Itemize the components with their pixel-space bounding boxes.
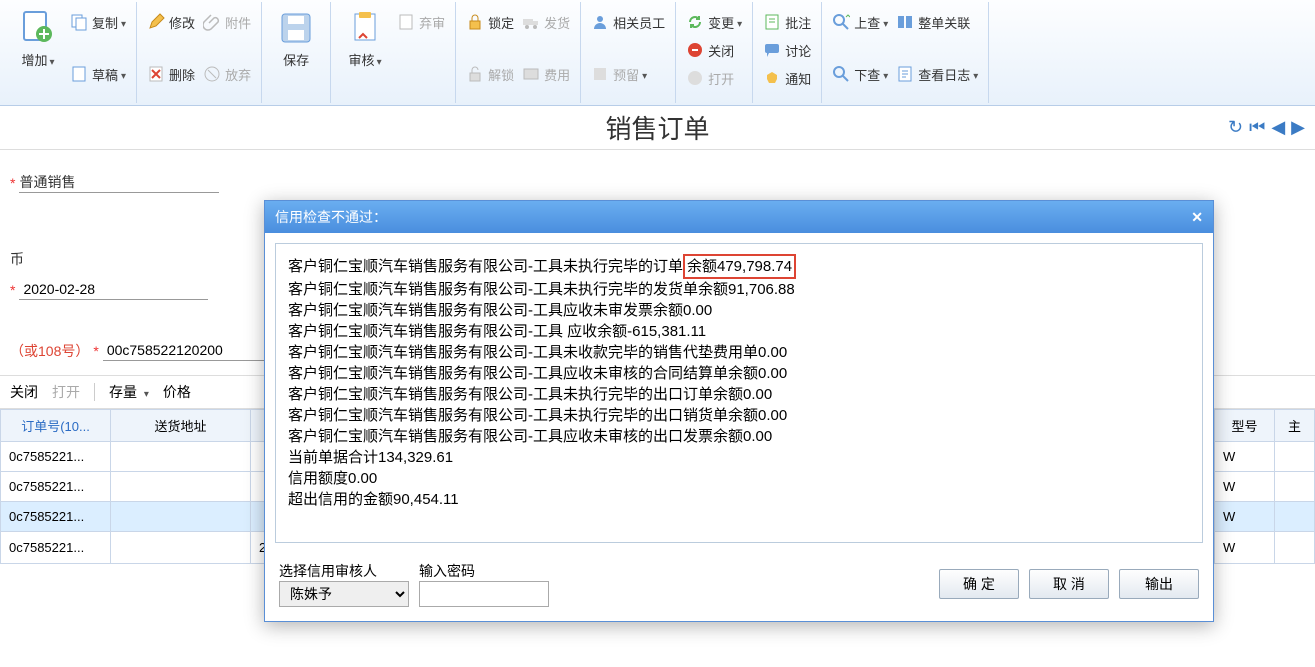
dialog-line: 客户铜仁宝顺汽车销售服务有限公司-工具 应收余额-615,381.11 <box>288 321 1190 342</box>
dialog-line: 客户铜仁宝顺汽车销售服务有限公司-工具应收未审核的出口发票余额0.00 <box>288 426 1190 447</box>
dialog-line: 当前单据合计134,329.61 <box>288 447 1190 468</box>
view-log-button[interactable]: 查看日志 <box>892 62 982 86</box>
up-query-button[interactable]: 上查 <box>828 10 892 34</box>
dialog-line: 客户铜仁宝顺汽车销售服务有限公司-工具未执行完毕的出口订单余额0.00 <box>288 384 1190 405</box>
discard-button: 放弃 <box>199 62 255 86</box>
dialog-line: 客户铜仁宝顺汽车销售服务有限公司-工具应收未审发票余额0.00 <box>288 300 1190 321</box>
person-icon <box>591 13 609 31</box>
bell-icon <box>763 69 781 87</box>
first-nav-icon[interactable]: ⏮ <box>1249 117 1265 138</box>
staff-button[interactable]: 相关员工 <box>587 10 669 34</box>
currency-label-fragment: 币 <box>10 249 24 269</box>
dialog-export-button[interactable]: 输出 <box>1119 569 1199 599</box>
ship-button: 发货 <box>518 10 574 34</box>
dialog-footer: 选择信用审核人 陈姝予 输入密码 确 定 取 消 输出 <box>265 553 1213 621</box>
save-button[interactable]: 保存 <box>268 6 324 73</box>
add-button[interactable]: 增加 <box>10 6 66 73</box>
truck-icon <box>522 13 540 31</box>
link-icon <box>896 13 914 31</box>
page-title-bar: 销售订单 ↻ ⏮ ◀ ▶ <box>0 106 1315 150</box>
th-order-no[interactable]: 订单号(10... <box>1 410 111 442</box>
open-order-button: 打开 <box>682 66 746 90</box>
th-main[interactable]: 主 <box>1275 410 1315 442</box>
th-ship-addr[interactable]: 送货地址 <box>111 410 251 442</box>
date-field[interactable] <box>19 279 208 300</box>
notify-button[interactable]: 通知 <box>759 66 815 90</box>
ribbon-toolbar: 增加 复制 草稿 修改 删除 附件 放弃 保存 审核 弃审 <box>0 0 1315 106</box>
attachment-button: 附件 <box>199 10 255 34</box>
code-label-fragment: （或108号） <box>10 341 89 361</box>
modify-button[interactable]: 修改 <box>143 10 199 34</box>
dialog-close-button[interactable]: ✕ <box>1191 209 1203 226</box>
reviewer-select[interactable]: 陈姝予 <box>279 581 409 607</box>
whole-link-button[interactable]: 整单关联 <box>892 10 982 34</box>
th-model[interactable]: 型号 <box>1215 410 1275 442</box>
cost-button: 费用 <box>518 62 574 86</box>
dialog-line-highlighted: 客户铜仁宝顺汽车销售服务有限公司-工具未执行完毕的订单余额479,798.74 <box>288 254 1190 279</box>
reviewer-label: 选择信用审核人 <box>279 561 409 581</box>
dialog-line: 客户铜仁宝顺汽车销售服务有限公司-工具应收未审核的合同结算单余额0.00 <box>288 363 1190 384</box>
password-input[interactable] <box>419 581 549 607</box>
log-icon <box>896 65 914 83</box>
sec-stock-button[interactable]: 存量 <box>109 382 149 402</box>
dialog-body: 客户铜仁宝顺汽车销售服务有限公司-工具未执行完毕的订单余额479,798.74 … <box>275 243 1203 543</box>
note-icon <box>763 13 781 31</box>
password-label: 输入密码 <box>419 561 549 581</box>
dialog-line: 客户铜仁宝顺汽车销售服务有限公司-工具未收款完毕的销售代垫费用单0.00 <box>288 342 1190 363</box>
required-marker: * <box>10 282 15 298</box>
batch-note-button[interactable]: 批注 <box>759 10 815 34</box>
dialog-title: 信用检查不通过： <box>275 207 387 227</box>
search-down-icon <box>832 65 850 83</box>
stop-icon <box>686 41 704 59</box>
unlock-icon <box>466 65 484 83</box>
lock-icon <box>466 13 484 31</box>
sale-type-value: 普通销售 <box>19 172 219 193</box>
abandon-audit-button: 弃审 <box>393 10 449 34</box>
sec-close-button[interactable]: 关闭 <box>10 382 38 402</box>
refresh-nav-icon[interactable]: ↻ <box>1228 117 1243 138</box>
audit-button[interactable]: 审核 <box>337 6 393 73</box>
lock-button[interactable]: 锁定 <box>462 10 518 34</box>
sec-price-button[interactable]: 价格 <box>163 382 191 402</box>
change-button[interactable]: 变更 <box>682 10 746 34</box>
discuss-button[interactable]: 讨论 <box>759 38 815 62</box>
dialog-line: 客户铜仁宝顺汽车销售服务有限公司-工具未执行完毕的出口销货单余额0.00 <box>288 405 1190 426</box>
required-marker: * <box>10 175 15 191</box>
highlighted-balance: 余额479,798.74 <box>683 254 796 279</box>
search-up-icon <box>832 13 850 31</box>
unlock-button: 解锁 <box>462 62 518 86</box>
dialog-titlebar: 信用检查不通过： ✕ <box>265 201 1213 233</box>
dialog-line: 信用额度0.00 <box>288 468 1190 489</box>
close-order-button[interactable]: 关闭 <box>682 38 746 62</box>
sec-open-button: 打开 <box>52 382 80 402</box>
chat-icon <box>763 41 781 59</box>
dialog-ok-button[interactable]: 确 定 <box>939 569 1019 599</box>
prev-nav-icon[interactable]: ◀ <box>1271 117 1285 138</box>
dialog-cancel-button[interactable]: 取 消 <box>1029 569 1109 599</box>
down-query-button[interactable]: 下查 <box>828 62 892 86</box>
dialog-line: 超出信用的金额90,454.11 <box>288 489 1190 510</box>
draft-button[interactable]: 草稿 <box>66 62 130 86</box>
reserve-button: 预留 <box>587 62 669 86</box>
dialog-line: 客户铜仁宝顺汽车销售服务有限公司-工具未执行完毕的发货单余额91,706.88 <box>288 279 1190 300</box>
credit-check-dialog: 信用检查不通过： ✕ 客户铜仁宝顺汽车销售服务有限公司-工具未执行完毕的订单余额… <box>264 200 1214 622</box>
next-nav-icon[interactable]: ▶ <box>1291 117 1305 138</box>
page-title: 销售订单 <box>605 109 709 146</box>
refresh-icon <box>686 13 704 31</box>
delete-button[interactable]: 删除 <box>143 62 199 86</box>
copy-button[interactable]: 复制 <box>66 10 130 34</box>
